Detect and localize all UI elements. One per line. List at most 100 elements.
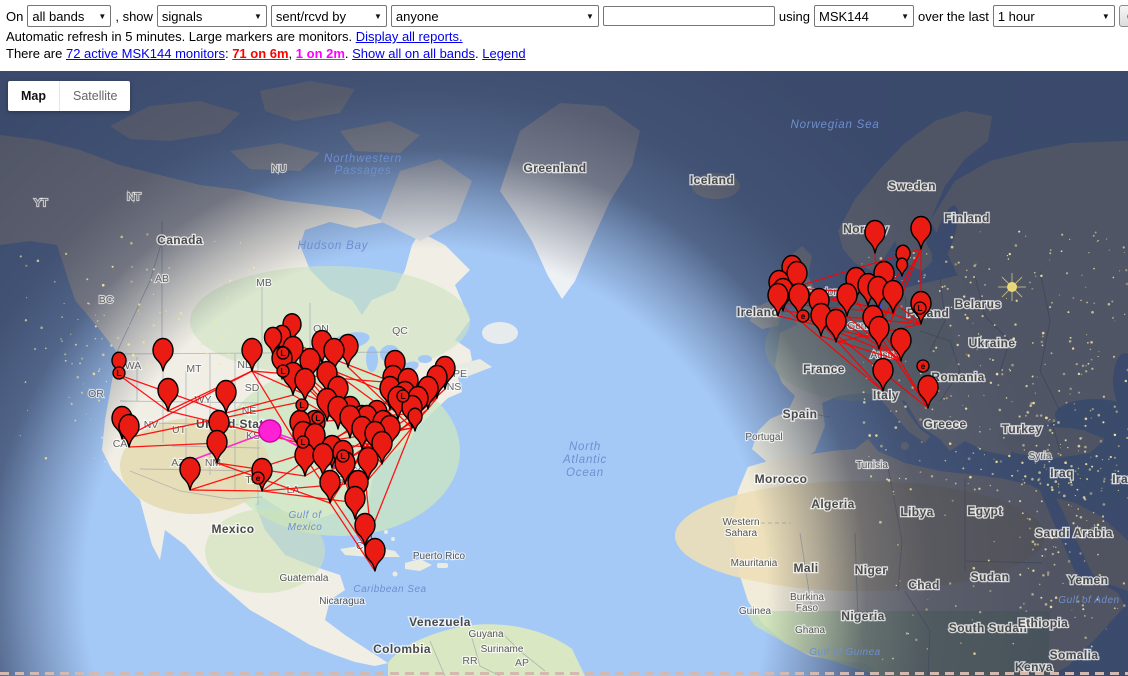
map-label: AB (155, 273, 169, 285)
map-label: France (803, 362, 845, 376)
map-label: Western (722, 517, 759, 528)
map-label: NT (127, 191, 142, 203)
map-label: Saudi Arabia (1035, 526, 1113, 540)
letter-marker[interactable]: e (917, 360, 929, 372)
active-monitors-link[interactable]: 72 active MSK144 monitors (66, 46, 225, 61)
svg-text:L: L (280, 348, 285, 358)
map-label: Gulf of Aden (1058, 595, 1119, 606)
map-label: Italy (873, 388, 899, 402)
letter-marker[interactable]: L (277, 347, 289, 359)
map-label: Spain (783, 407, 818, 421)
chevron-down-icon: ▼ (586, 12, 594, 21)
map-label: Egypt (967, 504, 1002, 518)
map-label: Venezuela (409, 615, 471, 629)
letter-marker[interactable]: L (397, 390, 409, 402)
svg-text:L: L (917, 303, 922, 313)
world-map[interactable]: CanadaUnited StatesMexicoGreenlandIcelan… (0, 71, 1128, 676)
map-label: Passages (335, 165, 392, 177)
map-label: Somalia (1050, 648, 1099, 662)
svg-text:L: L (300, 437, 305, 447)
svg-text:L: L (299, 400, 304, 410)
map-label: Greece (923, 417, 966, 431)
map-label: CA (113, 438, 128, 450)
top-control-bar: On all bands▼ , show signals▼ sent/rcvd … (0, 0, 1128, 71)
map-label: OR (88, 388, 104, 400)
monitors-2m-link[interactable]: 1 on 2m (296, 46, 345, 61)
map-label: Northwestern (324, 153, 402, 165)
map-label: Sahara (725, 528, 758, 539)
show-select[interactable]: signals▼ (157, 5, 267, 27)
map-label: Ocean (566, 467, 604, 479)
map-label: Libya (900, 505, 933, 519)
mode-select[interactable]: MSK144▼ (814, 5, 914, 27)
svg-text:e: e (801, 311, 806, 321)
chevron-down-icon: ▼ (1102, 12, 1110, 21)
map-label: Suriname (481, 644, 524, 655)
map-label: MB (256, 277, 272, 289)
query-row: On all bands▼ , show signals▼ sent/rcvd … (6, 5, 1128, 27)
chevron-down-icon: ▼ (374, 12, 382, 21)
legend-link[interactable]: Legend (482, 46, 525, 61)
map-label: Ukraine (969, 336, 1016, 350)
map-label: Puerto Rico (413, 551, 466, 562)
map-label: Sudan (971, 570, 1010, 584)
map-label: Nigeria (841, 609, 884, 623)
monitors-6m-link[interactable]: 71 on 6m (232, 46, 288, 61)
svg-text:e: e (921, 361, 926, 371)
map-dashed-line (0, 672, 1128, 675)
anyone-select[interactable]: anyone▼ (391, 5, 599, 27)
map-label: Iceland (690, 173, 734, 187)
map-label: Guatemala (280, 573, 329, 584)
map-label: MT (186, 363, 202, 375)
svg-text:L: L (315, 413, 320, 423)
map-label: Canada (157, 233, 203, 247)
map-label: Morocco (755, 472, 808, 486)
map-canvas: CanadaUnited StatesMexicoGreenlandIcelan… (0, 71, 1128, 676)
svg-text:L: L (280, 366, 285, 376)
map-label: Chad (908, 578, 940, 592)
map-label: Hudson Bay (298, 240, 369, 252)
letter-marker[interactable]: e (797, 310, 809, 322)
map-label: Faso (796, 603, 819, 614)
map-label: Guinea (739, 606, 772, 617)
map-label: BC (99, 294, 114, 306)
map-label: Finland (944, 211, 989, 225)
chevron-down-icon: ▼ (254, 12, 262, 21)
map-type-control: Map Satellite (8, 81, 130, 111)
overlast-label: over the last (918, 9, 989, 24)
map-label: Mexico (288, 522, 323, 533)
letter-marker[interactable]: L (113, 367, 125, 379)
map-label: WA (125, 360, 142, 372)
map-button[interactable]: Map (8, 81, 59, 111)
map-label: Atlantic (562, 454, 607, 466)
map-label: NU (271, 163, 286, 175)
map-label: Gulf of Guinea (809, 647, 880, 658)
map-label: Mali (794, 561, 819, 575)
callsign-input[interactable] (603, 6, 775, 26)
map-label: Niger (855, 563, 888, 577)
svg-text:L: L (116, 368, 121, 378)
map-label: Tunisia (856, 460, 888, 471)
map-label: Greenland (524, 161, 587, 175)
refresh-text: Automatic refresh in 5 minutes. Large ma… (6, 29, 356, 44)
satellite-button[interactable]: Satellite (59, 81, 130, 111)
show-all-bands-link[interactable]: Show all on all bands (352, 46, 475, 61)
map-label: South Sudan (949, 621, 1027, 635)
map-label: Mexico (211, 522, 254, 536)
magenta-monitor-marker[interactable] (259, 420, 281, 442)
letter-marker[interactable]: L (337, 450, 349, 462)
letter-marker[interactable]: L (312, 412, 324, 424)
map-label: Belarus (955, 297, 1002, 311)
letter-marker[interactable]: L (277, 365, 289, 377)
band-select[interactable]: all bands▼ (27, 5, 111, 27)
letter-marker[interactable]: e (252, 472, 264, 484)
letter-marker[interactable]: L (297, 436, 309, 448)
go-button[interactable]: Go! (1119, 5, 1128, 27)
sentrcvd-select[interactable]: sent/rcvd by▼ (271, 5, 387, 27)
display-all-reports-link[interactable]: Display all reports. (356, 29, 463, 44)
map-label: Sweden (888, 179, 936, 193)
letter-marker[interactable]: L (296, 399, 308, 411)
letter-marker[interactable]: L (914, 302, 926, 314)
map-label: Gulf of (289, 510, 323, 521)
period-select[interactable]: 1 hour▼ (993, 5, 1115, 27)
